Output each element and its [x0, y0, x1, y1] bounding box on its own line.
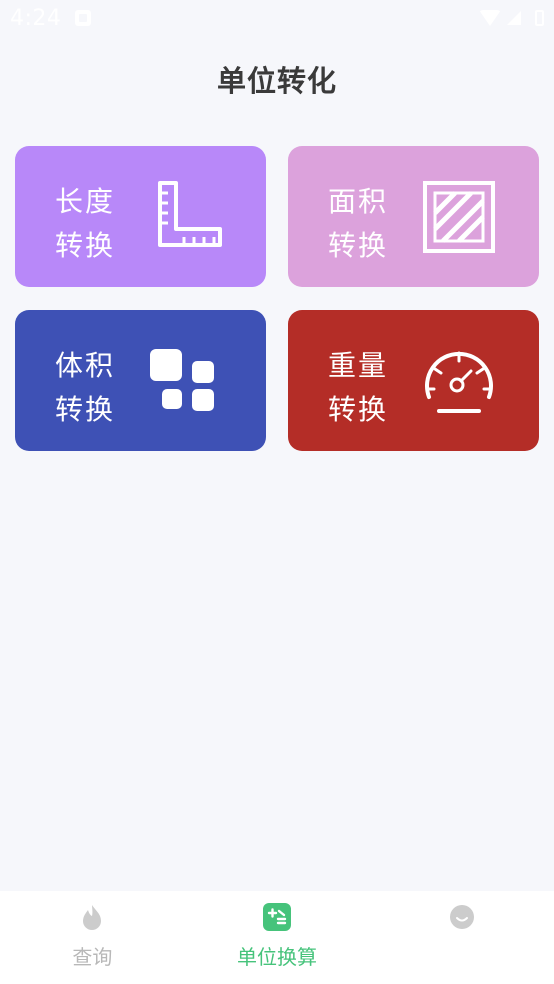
card-label: 面积 转换: [328, 180, 388, 268]
nav-label-query: 查询: [72, 945, 113, 969]
card-label-line2: 转换: [55, 229, 116, 262]
bottom-nav: 查询 单位换算: [0, 891, 554, 984]
status-time: 4:24: [10, 5, 62, 31]
smile-icon: [449, 905, 474, 929]
ruler-icon: [158, 181, 222, 247]
wifi-icon: [479, 10, 501, 26]
battery-icon: [535, 10, 544, 26]
nav-item-profile[interactable]: [369, 891, 554, 984]
area-hatch-icon: [423, 181, 495, 253]
page-title: 单位转化: [216, 64, 337, 98]
card-label: 长度 转换: [55, 180, 115, 268]
nav-item-unit-conversion[interactable]: 单位换算: [185, 891, 370, 984]
card-label-line2: 转换: [328, 229, 389, 262]
card-label-line2: 转换: [55, 393, 116, 426]
area-conversion-card[interactable]: 面积 转换: [288, 146, 539, 287]
status-indicators: [479, 10, 544, 26]
signal-icon: [507, 11, 521, 25]
notification-icon: [75, 10, 92, 26]
flame-icon: [83, 905, 102, 930]
card-label-line1: 体积: [55, 349, 116, 382]
calculator-icon: [263, 903, 291, 931]
length-conversion-card[interactable]: 长度 转换: [15, 146, 266, 287]
gauge-icon: [425, 351, 493, 413]
card-label-line1: 长度: [55, 185, 116, 218]
volume-conversion-card[interactable]: 体积 转换: [15, 310, 266, 451]
card-label: 重量 转换: [328, 344, 388, 432]
nav-label-unit-conversion: 单位换算: [237, 945, 317, 969]
status-bar: 4:24: [0, 0, 554, 36]
card-label-line1: 重量: [328, 349, 389, 382]
nav-item-query[interactable]: 查询: [0, 891, 185, 984]
blocks-icon: [150, 349, 214, 411]
app-screen: 4:24 单位转化 长度 转换 面积 转换 体积 转换 重量 转换 查询 单位换…: [0, 0, 554, 984]
card-label-line1: 面积: [328, 185, 389, 218]
weight-conversion-card[interactable]: 重量 转换: [288, 310, 539, 451]
card-label: 体积 转换: [55, 344, 115, 432]
card-label-line2: 转换: [328, 393, 389, 426]
